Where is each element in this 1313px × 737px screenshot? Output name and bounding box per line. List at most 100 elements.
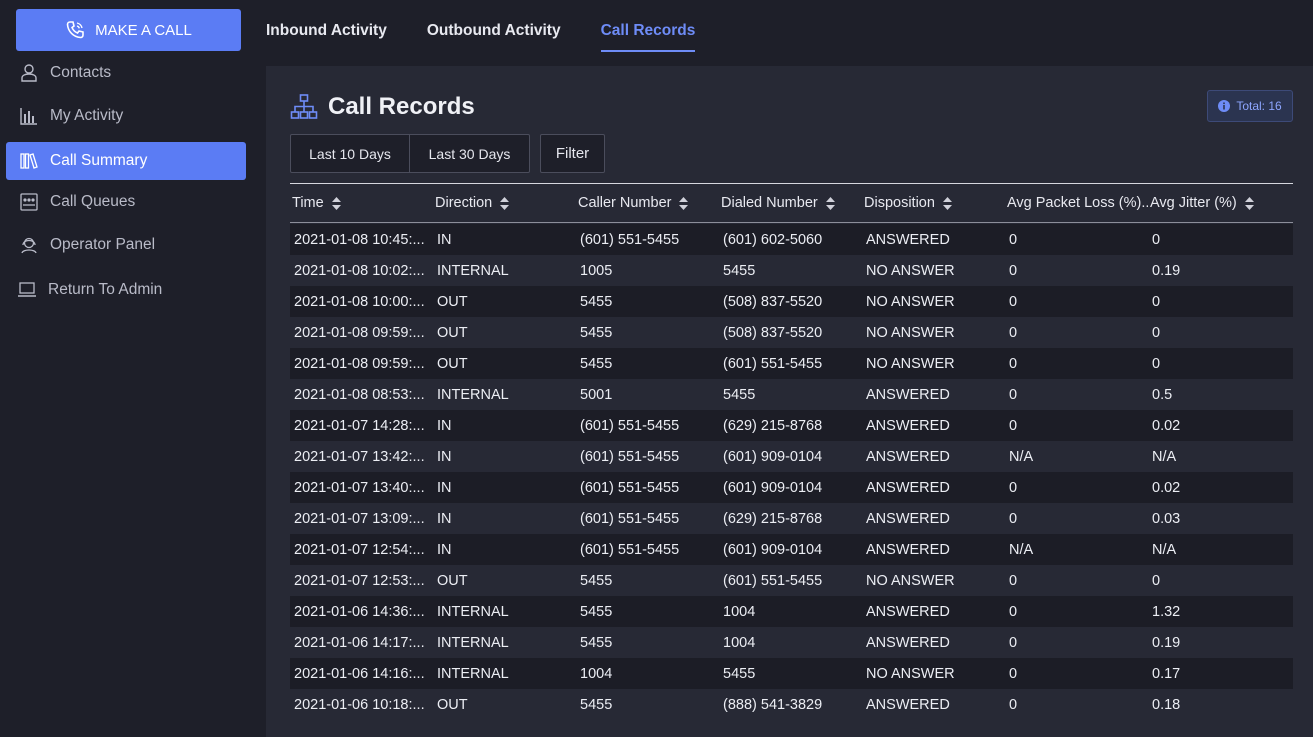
table-cell: 0 <box>1152 572 1161 589</box>
column-header-label: Caller Number <box>578 195 672 211</box>
sidebar-item-call-summary[interactable]: Call Summary <box>6 142 246 180</box>
sort-icon[interactable] <box>331 196 341 210</box>
table-row[interactable]: 2021-01-06 14:17:... INTERNAL 5455 1004 ANSW… <box>290 627 1293 658</box>
table-cell: (601) 551-5455 <box>580 510 680 527</box>
table-cell: (601) 551-5455 <box>580 231 680 248</box>
column-header[interactable]: Time <box>290 195 433 211</box>
table-cell: 5455 <box>580 634 613 651</box>
table-cell: OUT <box>437 696 468 713</box>
table-cell: INTERNAL <box>437 603 509 620</box>
last-10-days-button[interactable]: Last 10 Days <box>290 134 410 173</box>
operator-icon <box>18 234 40 256</box>
column-header[interactable]: Dialed Number <box>719 195 862 211</box>
table-row[interactable]: 2021-01-08 10:00:... OUT 5455 (508) 837-552… <box>290 286 1293 317</box>
table-cell: 2021-01-06 14:36:... <box>294 603 425 620</box>
table-cell: 5455 <box>723 386 756 403</box>
sidebar-item-call-queues[interactable]: Call Queues <box>6 183 246 221</box>
table-cell: ANSWERED <box>866 510 950 527</box>
table-cell: N/A <box>1152 541 1177 558</box>
table-cell: 0 <box>1009 479 1018 496</box>
table-cell: (601) 551-5455 <box>580 448 680 465</box>
laptop-icon <box>16 279 38 301</box>
table-cell: ANSWERED <box>866 231 950 248</box>
table-row[interactable]: 2021-01-07 12:54:... IN (601) 551-5455 (601… <box>290 534 1293 565</box>
table-cell: 0.02 <box>1152 479 1181 496</box>
table-cell: (601) 551-5455 <box>723 355 823 372</box>
table-cell: 2021-01-06 10:18:... <box>294 696 425 713</box>
table-cell: 0.5 <box>1152 386 1173 403</box>
table-cell: 0 <box>1152 293 1161 310</box>
sort-icon[interactable] <box>942 196 952 210</box>
tab-call-records[interactable]: Call Records <box>600 0 695 62</box>
table-cell: 2021-01-07 12:53:... <box>294 572 425 589</box>
table-cell: ANSWERED <box>866 696 950 713</box>
table-cell: N/A <box>1009 541 1034 558</box>
table-cell: 1004 <box>723 603 756 620</box>
table-cell: ANSWERED <box>866 541 950 558</box>
sort-icon[interactable] <box>1244 196 1254 210</box>
sidebar-item-label: Call Queues <box>50 193 136 210</box>
column-header[interactable]: Direction <box>433 195 576 211</box>
table-cell: ANSWERED <box>866 386 950 403</box>
table-cell: 2021-01-08 10:45:... <box>294 231 425 248</box>
table-cell: NO ANSWER <box>866 262 955 279</box>
table-row[interactable]: 2021-01-08 09:59:... OUT 5455 (601) 551-545… <box>290 348 1293 379</box>
table-row[interactable]: 2021-01-08 10:45:... IN (601) 551-5455 (601… <box>290 224 1293 255</box>
table-cell: OUT <box>437 355 468 372</box>
sort-icon[interactable] <box>500 196 510 210</box>
table-row[interactable]: 2021-01-08 08:53:... INTERNAL 5001 5455 ANSW… <box>290 379 1293 410</box>
table-cell: 0.17 <box>1152 665 1181 682</box>
table-row[interactable]: 2021-01-08 10:02:... INTERNAL 1005 5455 NO A… <box>290 255 1293 286</box>
total-count: Total: 16 <box>1236 99 1282 113</box>
table-cell: 2021-01-08 10:00:... <box>294 293 425 310</box>
filter-button[interactable]: Filter <box>540 134 605 173</box>
table-cell: IN <box>437 541 452 558</box>
table-cell: ANSWERED <box>866 417 950 434</box>
sitemap-icon <box>290 93 318 121</box>
table-row[interactable]: 2021-01-06 14:16:... INTERNAL 1004 5455 NO A… <box>290 658 1293 689</box>
table-cell: 2021-01-08 09:59:... <box>294 355 425 372</box>
table-row[interactable]: 2021-01-07 13:40:... IN (601) 551-5455 (601… <box>290 472 1293 503</box>
column-header-label: Avg Jitter (%) <box>1150 195 1237 211</box>
column-header[interactable]: Disposition <box>862 195 1005 211</box>
table-cell: 0 <box>1009 510 1018 527</box>
table-cell: 0 <box>1009 293 1018 310</box>
last-30-days-button[interactable]: Last 30 Days <box>410 134 530 173</box>
table-cell: INTERNAL <box>437 386 509 403</box>
table-cell: NO ANSWER <box>866 324 955 341</box>
table-cell: 2021-01-08 08:53:... <box>294 386 425 403</box>
table-row[interactable]: 2021-01-06 14:36:... INTERNAL 5455 1004 ANSW… <box>290 596 1293 627</box>
table-cell: 2021-01-06 14:16:... <box>294 665 425 682</box>
sidebar-item-operator-panel[interactable]: Operator Panel <box>6 226 246 264</box>
table-cell: 2021-01-07 14:28:... <box>294 417 425 434</box>
column-header-label: Dialed Number <box>721 195 818 211</box>
sidebar-item-my-activity[interactable]: My Activity <box>6 97 246 135</box>
table-cell: (508) 837-5520 <box>723 324 823 341</box>
table-cell: 5455 <box>723 665 756 682</box>
table-row[interactable]: 2021-01-07 13:42:... IN (601) 551-5455 (601… <box>290 441 1293 472</box>
table-row[interactable]: 2021-01-07 13:09:... IN (601) 551-5455 (629… <box>290 503 1293 534</box>
sort-icon[interactable] <box>825 196 835 210</box>
table-row[interactable]: 2021-01-07 12:53:... OUT 5455 (601) 551-545… <box>290 565 1293 596</box>
tab-outbound-activity[interactable]: Outbound Activity <box>427 0 561 62</box>
table-cell: INTERNAL <box>437 634 509 651</box>
table-row[interactable]: 2021-01-07 14:28:... IN (601) 551-5455 (629… <box>290 410 1293 441</box>
make-a-call-button[interactable]: MAKE A CALL <box>16 9 241 51</box>
table-cell: 0 <box>1009 665 1018 682</box>
sidebar: MAKE A CALL Contacts My Activity Call Su… <box>0 0 252 737</box>
sort-icon[interactable] <box>679 196 689 210</box>
table-cell: NO ANSWER <box>866 665 955 682</box>
table-cell: 5001 <box>580 386 613 403</box>
table-row[interactable]: 2021-01-06 10:18:... OUT 5455 (888) 541-382… <box>290 689 1293 720</box>
tab-inbound-activity[interactable]: Inbound Activity <box>266 0 387 62</box>
column-header[interactable]: Caller Number <box>576 195 719 211</box>
table-cell: (601) 909-0104 <box>723 448 823 465</box>
table-cell: 0 <box>1009 262 1018 279</box>
sidebar-item-return-to-admin[interactable]: Return To Admin <box>6 271 246 309</box>
table-row[interactable]: 2021-01-08 09:59:... OUT 5455 (508) 837-552… <box>290 317 1293 348</box>
table-cell: 1004 <box>580 665 613 682</box>
call-records-table: Time Direction Caller Number Dialed Number D… <box>290 183 1293 720</box>
sidebar-item-contacts[interactable]: Contacts <box>6 54 246 92</box>
column-header[interactable]: Avg Packet Loss (%)... <box>1005 195 1148 211</box>
column-header[interactable]: Avg Jitter (%) <box>1148 195 1293 211</box>
